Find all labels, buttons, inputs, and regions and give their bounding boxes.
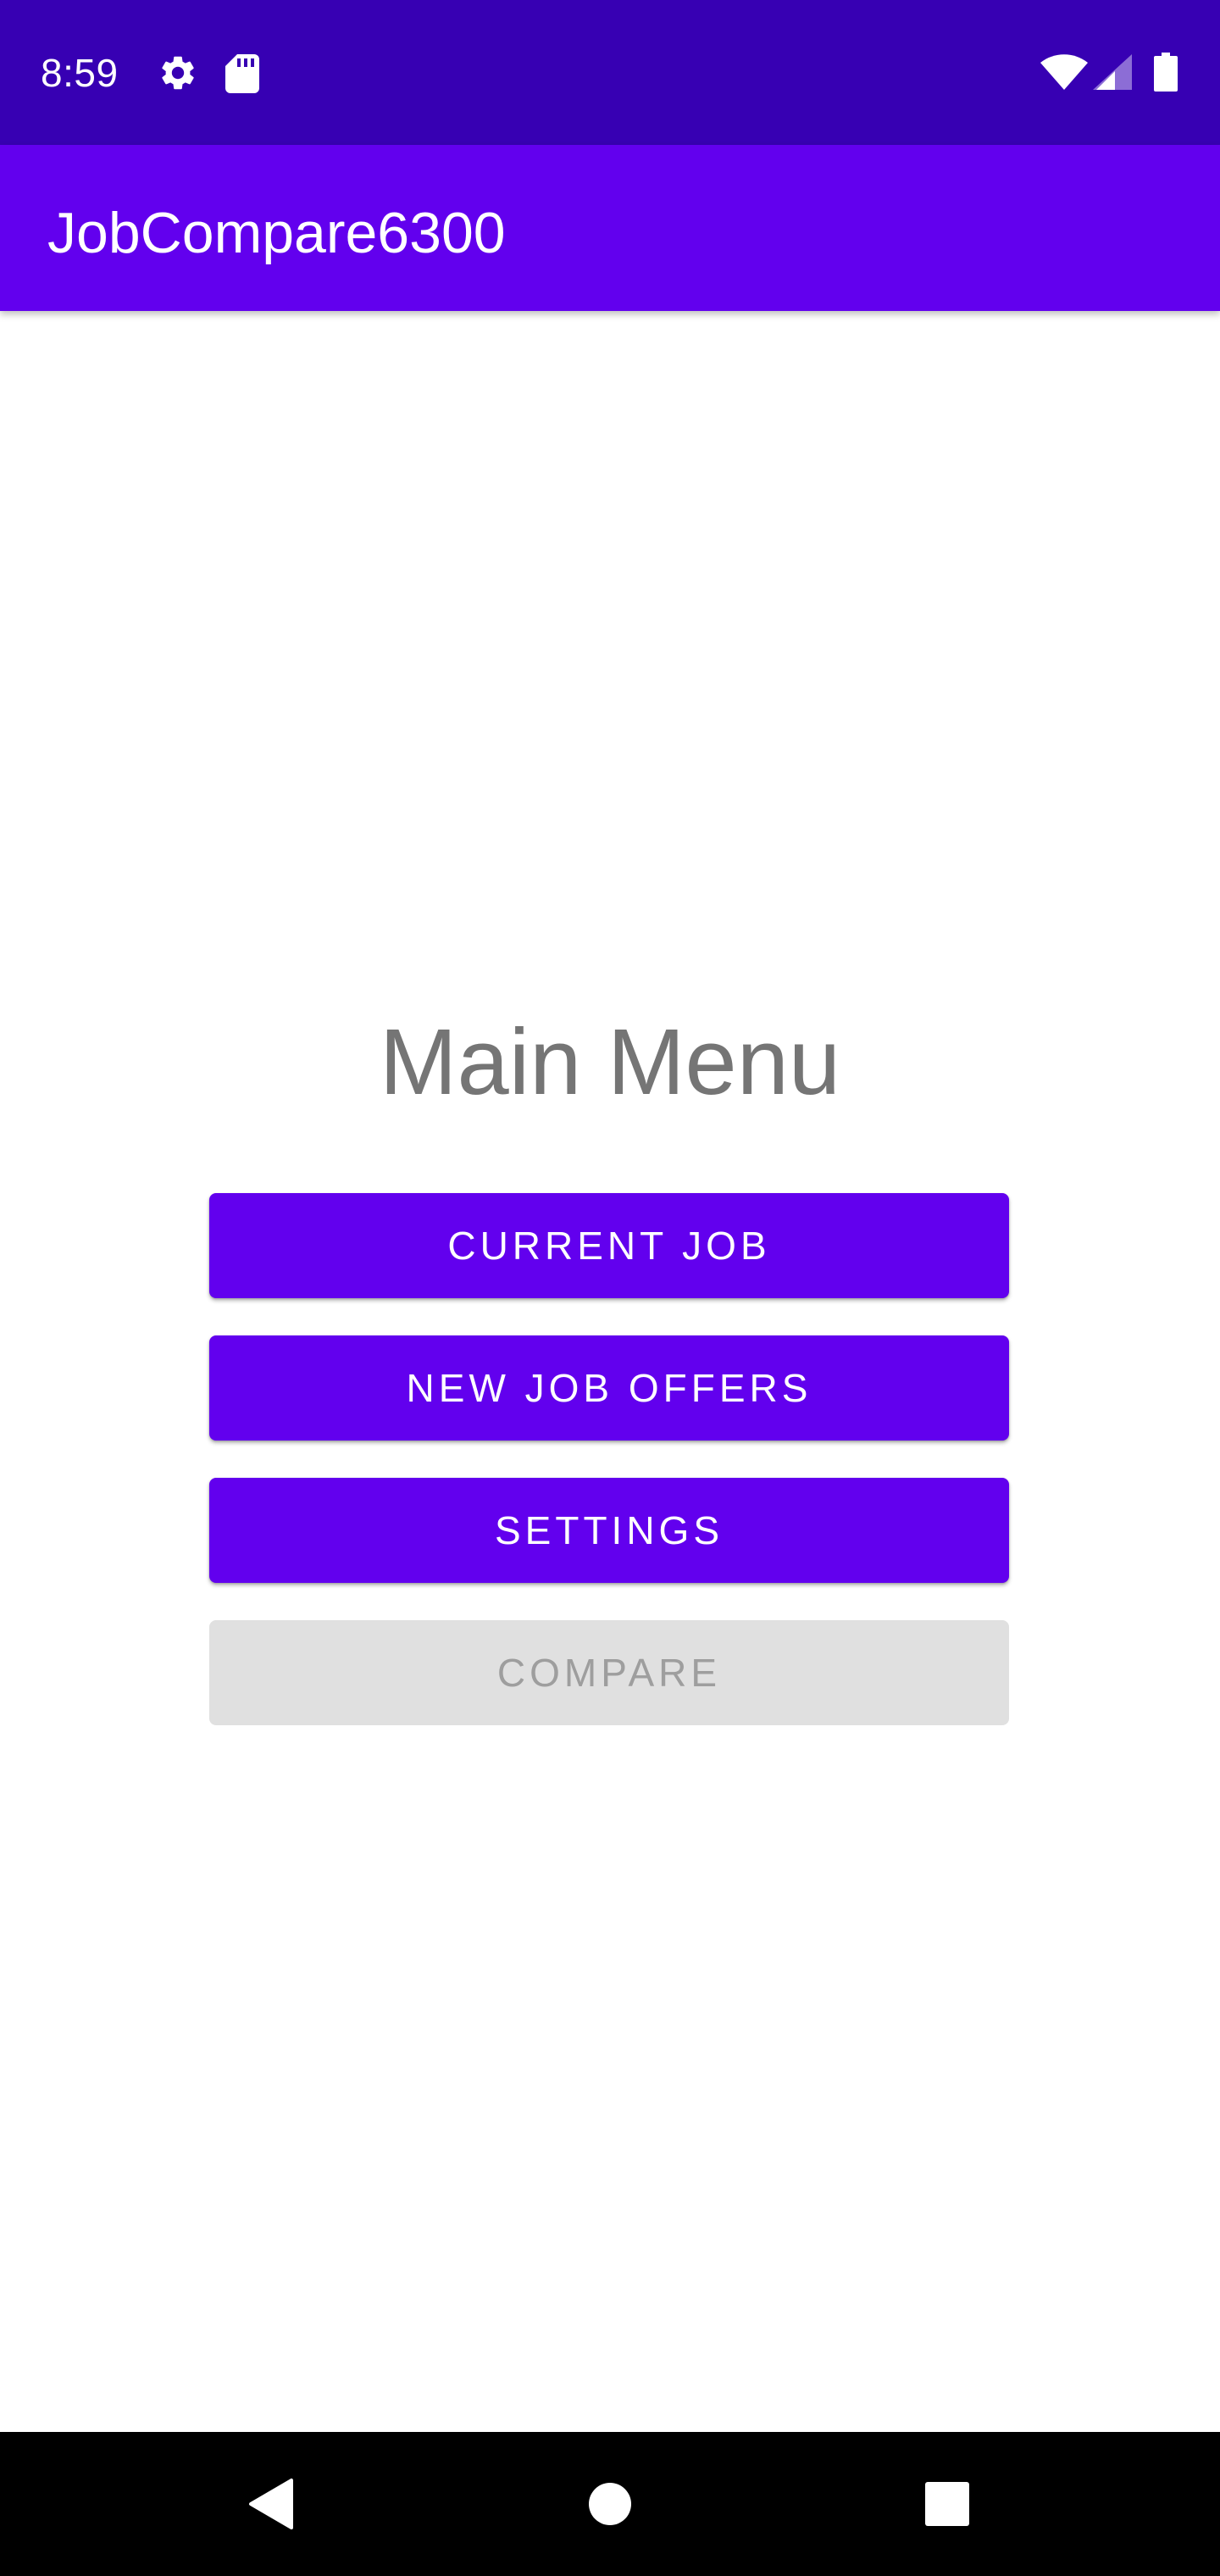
signal-icon (1093, 54, 1132, 90)
recents-icon[interactable] (905, 2462, 990, 2546)
new-job-offers-button[interactable]: NEW JOB OFFERS (209, 1335, 1009, 1441)
app-title: JobCompare6300 (47, 201, 506, 265)
main-content: Main Menu CURRENT JOB NEW JOB OFFERS SET… (0, 311, 1220, 2432)
settings-button[interactable]: SETTINGS (209, 1478, 1009, 1583)
page-title: Main Menu (379, 1010, 841, 1114)
status-time: 8:59 (41, 51, 119, 95)
battery-icon (1154, 53, 1178, 92)
gear-icon (158, 53, 198, 93)
home-icon[interactable] (568, 2462, 652, 2546)
navigation-bar (0, 2432, 1220, 2576)
back-icon[interactable] (229, 2462, 313, 2546)
compare-button: COMPARE (209, 1620, 1009, 1725)
wifi-icon (1040, 54, 1088, 90)
current-job-button[interactable]: CURRENT JOB (209, 1193, 1009, 1298)
sd-card-icon (225, 54, 259, 93)
app-bar: JobCompare6300 (0, 145, 1220, 311)
status-bar: 8:59 (0, 0, 1220, 145)
